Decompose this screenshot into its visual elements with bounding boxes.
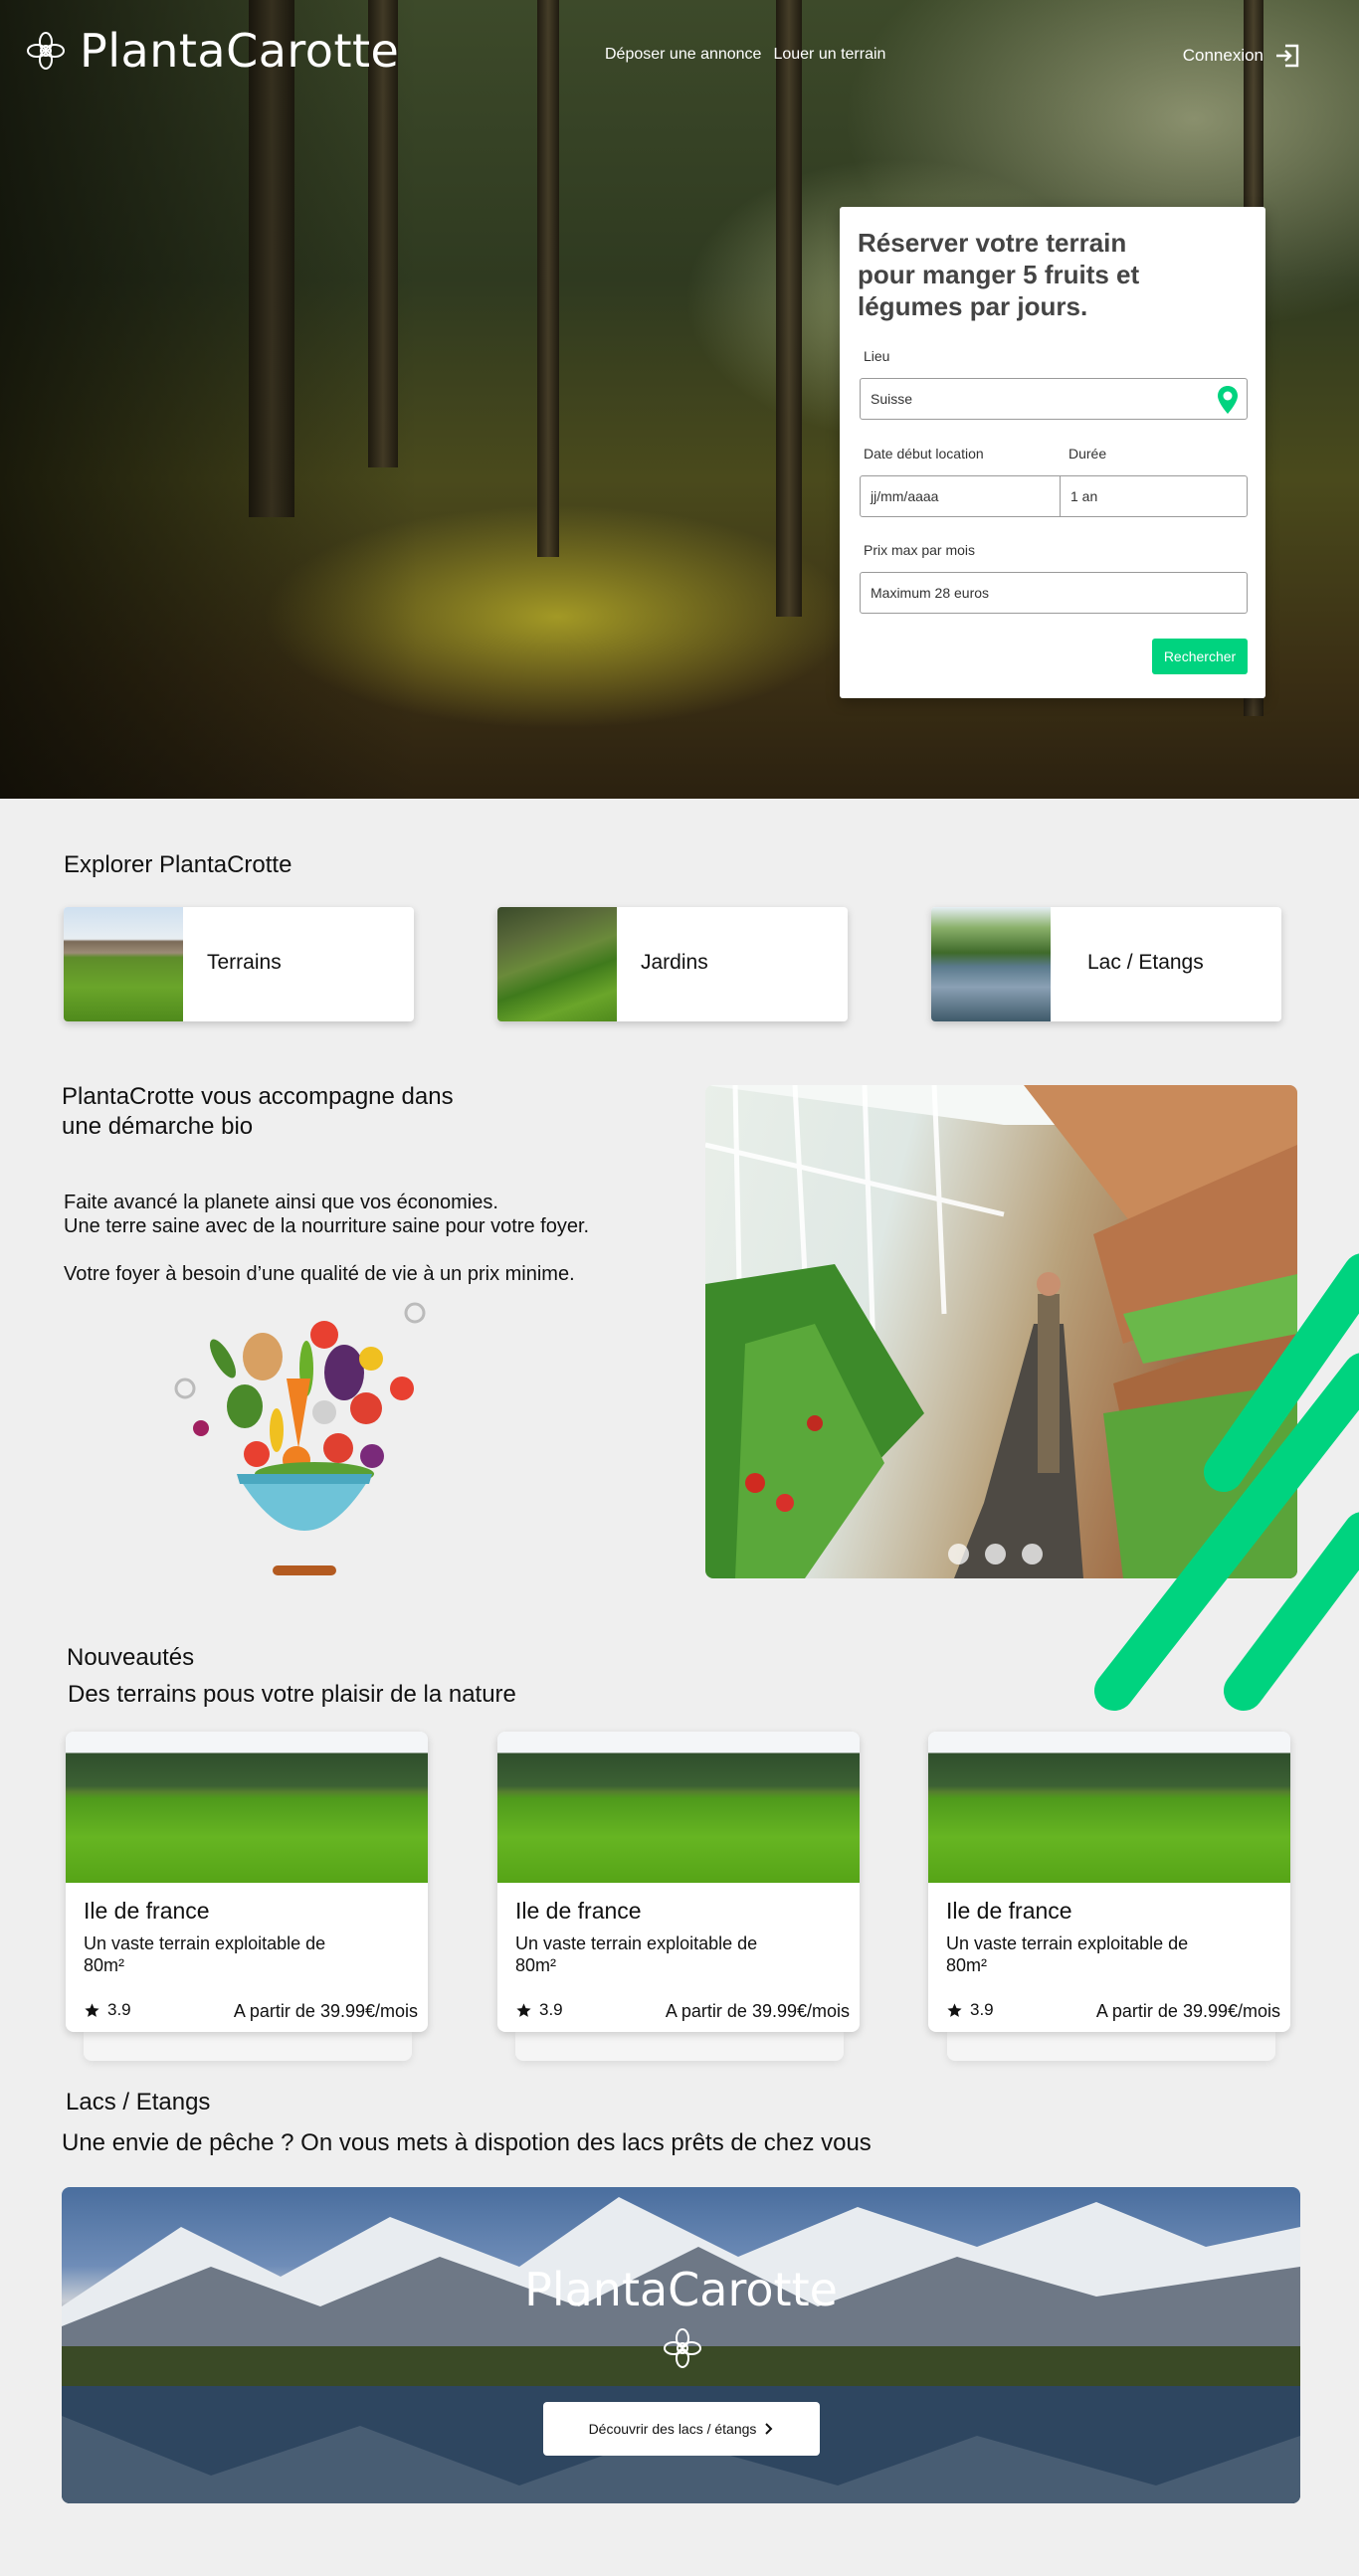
explore-card-jardins[interactable]: Jardins <box>497 907 848 1021</box>
explore-card-label: Terrains <box>207 951 282 974</box>
land-title: Ile de france <box>84 1898 210 1924</box>
price-input[interactable]: Maximum 28 euros <box>860 572 1248 614</box>
card-stack <box>947 2031 1275 2061</box>
star-icon <box>85 2002 99 2017</box>
land-rating-value: 3.9 <box>107 2000 131 2019</box>
carousel-dot[interactable] <box>1022 1544 1043 1564</box>
land-card[interactable]: Ile de france Un vaste terrain exploitab… <box>497 1732 860 2032</box>
land-rating: 3.9 <box>84 2000 131 2020</box>
flower-logo-icon <box>664 2328 701 2368</box>
lakes-banner-brand: PlantaCarotte <box>524 2263 838 2316</box>
price-value: Maximum 28 euros <box>871 585 990 601</box>
land-photo <box>66 1732 428 1883</box>
card-stack <box>84 2031 412 2061</box>
booking-form: Réserver votre terrain pour manger 5 fru… <box>840 207 1265 698</box>
land-desc: Un vaste terrain exploitable de 80m² <box>946 1933 1189 1975</box>
bio-line-3: Votre foyer à besoin d’une qualité de vi… <box>64 1263 575 1285</box>
land-price: A partir de 39.99€/mois <box>233 2001 418 2021</box>
garden-thumbnail <box>497 907 617 1021</box>
nav-rent-land[interactable]: Louer un terrain <box>773 46 885 64</box>
booking-title: Réserver votre terrain pour manger 5 fru… <box>858 228 1140 321</box>
bio-line-2: Une terre saine avec de la nourriture sa… <box>64 1215 590 1237</box>
start-date-input[interactable]: jj/mm/aaaa <box>860 475 1061 517</box>
land-desc: Un vaste terrain exploitable de 80m² <box>515 1933 758 1975</box>
card-stack <box>515 2031 844 2061</box>
nav-post-ad[interactable]: Déposer une annonce <box>605 46 761 64</box>
price-label: Prix max par mois <box>864 542 976 558</box>
explore-card-label: Lac / Etangs <box>1087 951 1204 974</box>
bio-line-1: Faite avancé la planete ainsi que vos éc… <box>64 1192 498 1213</box>
news-title: Nouveautés <box>67 1644 195 1671</box>
top-nav: Déposer une annonce Louer un terrain <box>605 46 885 64</box>
land-card[interactable]: Ile de france Un vaste terrain exploitab… <box>928 1732 1290 2032</box>
brand-logo[interactable]: PlantaCarotte <box>26 24 399 78</box>
discover-lakes-label: Découvrir des lacs / étangs <box>588 2421 757 2437</box>
hero-section: PlantaCarotte Déposer une annonce Louer … <box>0 0 1359 799</box>
bio-title: PlantaCrotte vous accompagne dans une dé… <box>62 1083 454 1140</box>
land-rating-value: 3.9 <box>970 2000 994 2019</box>
location-value: Suisse <box>871 391 913 407</box>
start-date-placeholder: jj/mm/aaaa <box>871 488 939 504</box>
land-title: Ile de france <box>946 1898 1072 1924</box>
vegetable-bowl-illustration <box>174 1302 426 1575</box>
tree-trunk <box>537 0 559 557</box>
explore-card-label: Jardins <box>641 951 708 974</box>
green-decoration <box>1094 1253 1359 1711</box>
carousel-dots <box>948 1544 1043 1564</box>
land-card[interactable]: Ile de france Un vaste terrain exploitab… <box>66 1732 428 2032</box>
login-icon <box>1276 44 1299 68</box>
land-price: A partir de 39.99€/mois <box>1095 2001 1280 2021</box>
explore-card-terrains[interactable]: Terrains <box>64 907 414 1021</box>
news-subtitle: Des terrains pous votre plaisir de la na… <box>68 1681 516 1708</box>
land-photo <box>497 1732 860 1883</box>
duration-label: Durée <box>1068 446 1107 461</box>
star-icon <box>947 2002 962 2017</box>
login-button[interactable]: Connexion <box>1183 42 1301 70</box>
search-button[interactable]: Rechercher <box>1152 639 1248 674</box>
carousel-dot[interactable] <box>985 1544 1006 1564</box>
land-photo <box>928 1732 1290 1883</box>
land-desc: Un vaste terrain exploitable de 80m² <box>84 1933 326 1975</box>
land-rating: 3.9 <box>515 2000 563 2020</box>
tree-trunk <box>776 0 802 617</box>
lakes-banner: PlantaCarotte Découvrir des lacs / étang… <box>62 2187 1300 2503</box>
lake-thumbnail <box>931 907 1051 1021</box>
land-title: Ile de france <box>515 1898 642 1924</box>
hero-shade <box>0 0 418 799</box>
star-icon <box>516 2002 531 2017</box>
explore-card-lacs[interactable]: Lac / Etangs <box>931 907 1281 1021</box>
location-label: Lieu <box>864 348 890 364</box>
land-price: A partir de 39.99€/mois <box>665 2001 850 2021</box>
duration-value: 1 an <box>1070 488 1098 504</box>
location-input[interactable]: Suisse <box>860 378 1248 420</box>
lakes-title: Lacs / Etangs <box>66 2089 211 2116</box>
land-rating-value: 3.9 <box>539 2000 563 2019</box>
lakes-subtitle: Une envie de pêche ? On vous mets à disp… <box>62 2129 872 2156</box>
explore-title: Explorer PlantaCrotte <box>64 851 292 878</box>
login-label: Connexion <box>1182 46 1263 65</box>
discover-lakes-button[interactable]: Découvrir des lacs / étangs <box>543 2402 820 2456</box>
terrain-thumbnail <box>64 907 183 1021</box>
start-date-label: Date début location <box>864 446 984 461</box>
location-pin-icon[interactable] <box>1217 385 1239 415</box>
brand-name: PlantaCarotte <box>80 24 400 78</box>
duration-select[interactable]: 1 an <box>1060 475 1248 517</box>
flower-logo-icon <box>27 32 65 70</box>
carousel-dot[interactable] <box>948 1544 969 1564</box>
land-rating: 3.9 <box>946 2000 994 2020</box>
chevron-right-icon <box>765 2423 773 2435</box>
